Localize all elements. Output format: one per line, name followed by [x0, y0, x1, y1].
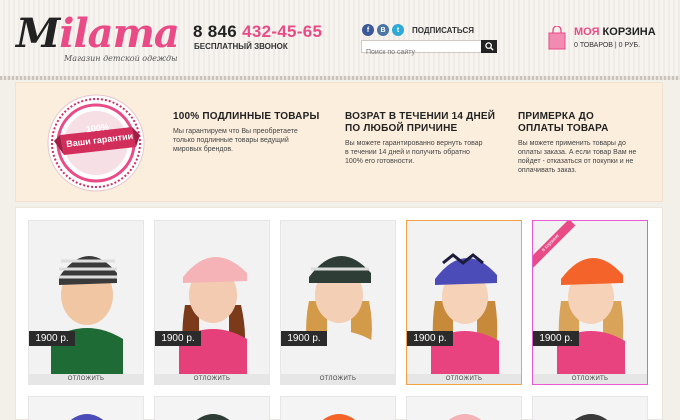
defer-button[interactable]: ОТЛОЖИТЬ: [281, 374, 395, 384]
product-card[interactable]: 1900 р. ОТЛОЖИТЬ: [280, 220, 396, 385]
product-photo: [448, 414, 482, 420]
search-button[interactable]: [481, 40, 497, 53]
guarantee-block: 100% Ваши гарантии 100% ПОДЛИННЫЕ ТОВАРЫ…: [15, 82, 663, 202]
product-grid: 1900 р. ОТЛОЖИТЬ 1900 р. ОТЛОЖИТЬ 1900 р…: [15, 207, 663, 420]
product-photo: [322, 414, 356, 420]
product-price: 1900 р.: [407, 331, 453, 346]
product-card[interactable]: 1900 р. ОТЛОЖИТЬ: [28, 220, 144, 385]
product-card[interactable]: [406, 396, 522, 420]
product-photo: [281, 221, 395, 374]
product-card[interactable]: 1900 р. ОТЛОЖИТЬ: [406, 220, 522, 385]
product-price: 1900 р.: [533, 331, 579, 346]
header-divider: [0, 76, 680, 80]
twitter-icon[interactable]: t: [392, 24, 404, 36]
product-card[interactable]: [154, 396, 270, 420]
product-photo: [407, 221, 521, 374]
product-photo: [574, 414, 608, 420]
defer-button[interactable]: ОТЛОЖИТЬ: [155, 374, 269, 384]
product-price: 1900 р.: [281, 331, 327, 346]
search-icon: [484, 42, 494, 51]
product-card[interactable]: [28, 396, 144, 420]
product-card[interactable]: 1900 р. ОТЛОЖИТЬ: [154, 220, 270, 385]
product-card[interactable]: [532, 396, 648, 420]
guarantee-badge: 100% Ваши гарантии: [46, 93, 146, 198]
defer-button[interactable]: ОТЛОЖИТЬ: [533, 374, 647, 384]
search-box: [361, 40, 497, 58]
guarantee-text: Мы гарантируем что Вы преобретаете тольк…: [173, 128, 298, 153]
product-photo: [155, 221, 269, 374]
guarantee-col-return: ВОЗРАТ В ТЕЧЕНИИ 14 ДНЕЙ ПО ЛЮБОЙ ПРИЧИН…: [345, 111, 505, 166]
logo-text: ilama: [59, 10, 180, 57]
guarantee-text: Вы можете применить товары до оплаты зак…: [518, 140, 637, 174]
shopping-bag-icon[interactable]: [548, 26, 566, 50]
phone-digits: 432-45-65: [242, 22, 323, 41]
search-input[interactable]: [362, 47, 482, 58]
facebook-icon[interactable]: f: [362, 24, 374, 36]
guarantee-text: Вы можете гарантированно вернуть товар в…: [345, 140, 483, 165]
product-card[interactable]: в корзине 1900 р. ОТЛОЖИТЬ: [532, 220, 648, 385]
guarantee-title: ПРИМЕРКА ДО ОПЛАТЫ ТОВАРА: [518, 111, 609, 134]
guarantee-title: ВОЗРАТ В ТЕЧЕНИИ 14 ДНЕЙ ПО ЛЮБОЙ ПРИЧИН…: [345, 111, 496, 134]
product-photo: [70, 414, 104, 420]
defer-button[interactable]: ОТЛОЖИТЬ: [29, 374, 143, 384]
cart-title[interactable]: МОЯ КОРЗИНА: [574, 26, 656, 38]
logo-letter: M: [16, 10, 60, 57]
defer-button[interactable]: ОТЛОЖИТЬ: [407, 374, 521, 384]
guarantee-col-authentic: 100% ПОДЛИННЫЕ ТОВАРЫ Мы гарантируем что…: [173, 111, 319, 154]
product-price: 1900 р.: [29, 331, 75, 346]
logo-subtitle: Магазин детской одежды: [64, 54, 178, 63]
product-price: 1900 р.: [155, 331, 201, 346]
vk-icon[interactable]: B: [377, 24, 389, 36]
phone-note: БЕСПЛАТНЫЙ ЗВОНОК: [194, 42, 288, 51]
logo[interactable]: Milama: [16, 14, 180, 54]
cart-title-my: МОЯ: [574, 26, 600, 38]
phone-number: 8 846 432-45-65: [193, 22, 322, 42]
guarantee-col-fitting: ПРИМЕРКА ДО ОПЛАТЫ ТОВАРА Вы можете прим…: [518, 111, 648, 175]
cart-summary: 0 ТОВАРОВ | 0 РУБ.: [574, 42, 641, 49]
product-photo: [29, 221, 143, 374]
site-header: Milama Магазин детской одежды 8 846 432-…: [0, 0, 680, 76]
guarantee-title: 100% ПОДЛИННЫЕ ТОВАРЫ: [173, 111, 320, 122]
cart-title-word: КОРЗИНА: [602, 26, 656, 38]
social-links: f B t: [362, 24, 404, 36]
subscribe-link[interactable]: ПОДПИСАТЬСЯ: [412, 26, 474, 35]
product-photo: [196, 414, 230, 420]
product-card[interactable]: [280, 396, 396, 420]
phone-code: 8 846: [193, 22, 238, 41]
